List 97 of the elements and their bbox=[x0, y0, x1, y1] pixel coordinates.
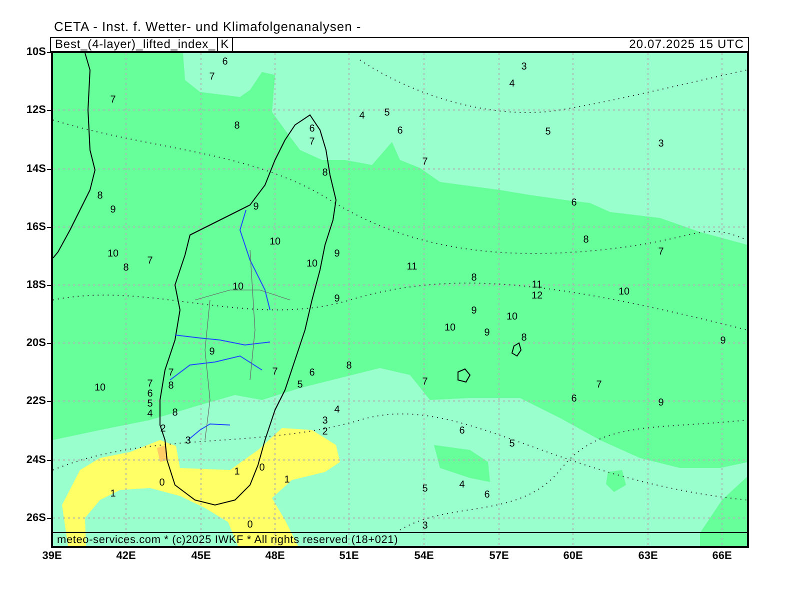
contour-label: 3 bbox=[521, 62, 527, 72]
contour-label: 9 bbox=[720, 336, 726, 346]
contour-label: 9 bbox=[334, 248, 340, 260]
contour-label: 7 bbox=[168, 368, 174, 378]
contour-label: 8 bbox=[583, 234, 589, 246]
latitude-label: 10S bbox=[25, 46, 46, 58]
contour-label: 4 bbox=[509, 78, 515, 90]
contour-label: 8 bbox=[322, 168, 328, 178]
contour-label: 9 bbox=[209, 346, 215, 358]
contour-label: 3 bbox=[422, 520, 428, 532]
latitude-label: 24S bbox=[25, 454, 46, 466]
contour-label: 7 bbox=[147, 378, 153, 390]
contour-label: 5 bbox=[384, 108, 390, 118]
contour-label: 9 bbox=[471, 306, 477, 316]
contour-label: 8 bbox=[234, 120, 240, 132]
contour-label: 10 bbox=[506, 312, 518, 322]
contour-label: 10 bbox=[444, 322, 456, 334]
contour-label: 8 bbox=[97, 190, 103, 202]
latitude-label: 16S bbox=[25, 221, 46, 233]
contour-label: 4 bbox=[459, 480, 465, 490]
contour-label: 4 bbox=[334, 404, 340, 416]
contour-label: 6 bbox=[147, 388, 153, 400]
contour-label: 5 bbox=[147, 398, 153, 410]
contour-label: 6 bbox=[571, 198, 577, 208]
contour-label: 6 bbox=[309, 368, 315, 378]
contour-label: 1 bbox=[110, 488, 116, 500]
latitude-label: 14S bbox=[25, 163, 46, 175]
contour-label: 8 bbox=[346, 360, 352, 372]
contour-label: 8 bbox=[471, 272, 477, 284]
contour-label: 8 bbox=[172, 408, 178, 418]
contour-label: 1 bbox=[234, 466, 240, 478]
latitude-label: 20S bbox=[25, 337, 46, 349]
unit-label: K bbox=[216, 38, 233, 51]
contour-label: 12 bbox=[531, 290, 543, 302]
contour-label: 0 bbox=[259, 462, 265, 474]
longitude-label: 57E bbox=[488, 550, 510, 562]
contour-label: 5 bbox=[422, 484, 428, 494]
contour-label: 1 bbox=[284, 474, 290, 486]
contour-label: 10 bbox=[618, 286, 630, 298]
contour-label: 9 bbox=[334, 294, 340, 304]
longitude-label: 54E bbox=[413, 550, 435, 562]
contour-label: 5 bbox=[545, 126, 551, 138]
contour-label: 7 bbox=[658, 246, 664, 258]
longitude-label: 63E bbox=[637, 550, 659, 562]
contour-label: 3 bbox=[658, 138, 664, 150]
contour-label: 3 bbox=[322, 416, 328, 426]
latitude-label: 22S bbox=[25, 395, 46, 407]
contour-label: 10 bbox=[94, 382, 106, 394]
valid-time: 20.07.2025 15 UTC bbox=[629, 38, 745, 51]
contour-label: 9 bbox=[253, 202, 259, 212]
contour-label: 5 bbox=[297, 380, 303, 390]
contour-label: 7 bbox=[422, 376, 428, 388]
contour-label: 3 bbox=[185, 436, 191, 446]
contour-label: 10 bbox=[107, 248, 119, 260]
contour-label: 10 bbox=[232, 282, 244, 292]
contour-label: 0 bbox=[159, 478, 165, 488]
contour-label: 7 bbox=[422, 156, 428, 168]
longitude-label: 51E bbox=[338, 550, 360, 562]
contour-label: 6 bbox=[571, 394, 577, 404]
contour-label: 7 bbox=[272, 366, 278, 378]
latitude-label: 26S bbox=[25, 512, 46, 524]
contour-label: 9 bbox=[658, 398, 664, 408]
contour-label: 8 bbox=[521, 332, 527, 344]
longitude-label: 42E bbox=[115, 550, 137, 562]
contour-label: 6 bbox=[309, 124, 315, 134]
contour-label: 9 bbox=[484, 328, 490, 338]
contour-label: 11 bbox=[532, 280, 542, 290]
contour-label: 0 bbox=[247, 520, 253, 530]
contour-label: 6 bbox=[397, 126, 403, 136]
contour-label: 10 bbox=[269, 236, 281, 248]
contour-label: 2 bbox=[322, 426, 328, 438]
longitude-label: 45E bbox=[190, 550, 212, 562]
chart-title: CETA - Inst. f. Wetter- und Klimafolgenanalysen - bbox=[54, 19, 362, 35]
contour-label: 7 bbox=[110, 94, 116, 106]
latitude-label: 18S bbox=[25, 279, 46, 291]
longitude-label: 60E bbox=[562, 550, 584, 562]
contour-label: 9 bbox=[110, 204, 116, 216]
contour-label: 4 bbox=[359, 110, 365, 122]
contour-label: 8 bbox=[168, 380, 174, 392]
latitude-label: 12S bbox=[25, 104, 46, 116]
contour-label: 4 bbox=[147, 408, 153, 420]
contour-label: 11 bbox=[406, 262, 418, 272]
contour-label: 6 bbox=[459, 426, 465, 436]
contour-label: 6 bbox=[222, 56, 228, 68]
copyright-text: meteo-services.com * (c)2025 IWKF * All rights reserved (18+021) bbox=[56, 534, 398, 546]
contour-label: 7 bbox=[209, 72, 215, 82]
contour-label: 6 bbox=[484, 490, 490, 500]
longitude-label: 39E bbox=[41, 550, 63, 562]
variable-name: Best_(4-layer)_lifted_index_ bbox=[54, 38, 217, 51]
contour-label: 7 bbox=[596, 380, 602, 390]
contour-label: 8 bbox=[123, 262, 129, 274]
contour-label: 10 bbox=[306, 258, 318, 270]
contour-label: 5 bbox=[509, 438, 515, 450]
contour-label: 7 bbox=[309, 136, 315, 148]
longitude-label: 48E bbox=[264, 550, 286, 562]
longitude-label: 66E bbox=[711, 550, 733, 562]
contour-label: 7 bbox=[147, 256, 153, 266]
